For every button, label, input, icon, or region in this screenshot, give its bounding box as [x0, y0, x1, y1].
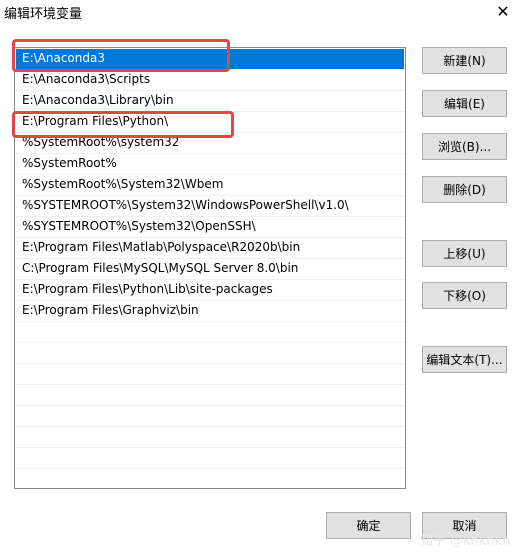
- empty-row: [16, 364, 404, 385]
- ok-button[interactable]: 确定: [326, 512, 411, 539]
- list-item-text: %SYSTEMROOT%\System32\WindowsPowerShell\…: [22, 198, 349, 212]
- move-down-button[interactable]: 下移(O): [422, 282, 507, 309]
- highlight-box-python: [12, 111, 234, 138]
- new-button[interactable]: 新建(N): [422, 47, 507, 74]
- empty-row: [16, 322, 404, 343]
- list-item[interactable]: %SystemRoot%: [16, 154, 404, 175]
- list-item[interactable]: E:\Anaconda3\Scripts: [16, 70, 404, 91]
- list-item-text: E:\Anaconda3\Scripts: [22, 72, 151, 86]
- list-item-text: %SYSTEMROOT%\System32\OpenSSH\: [22, 219, 256, 233]
- list-item-text: E:\Program Files\Graphviz\bin: [22, 303, 199, 317]
- empty-row: [16, 448, 404, 469]
- list-item[interactable]: %SystemRoot%\System32\Wbem: [16, 175, 404, 196]
- list-item-text: E:\Program Files\Python\Lib\site-package…: [22, 282, 273, 296]
- list-item-text: %SystemRoot%\System32\Wbem: [22, 177, 224, 191]
- list-item[interactable]: E:\Program Files\Python\Lib\site-package…: [16, 280, 404, 301]
- empty-row: [16, 385, 404, 406]
- list-item-text: E:\Program Files\Matlab\Polyspace\R2020b…: [22, 240, 301, 254]
- list-item[interactable]: E:\Program Files\Matlab\Polyspace\R2020b…: [16, 238, 404, 259]
- title-bar: 编辑环境变量 ✕: [0, 0, 521, 26]
- edit-text-button[interactable]: 编辑文本(T)...: [422, 346, 507, 373]
- edit-button[interactable]: 编辑(E): [422, 90, 507, 117]
- close-icon[interactable]: ✕: [491, 0, 515, 24]
- list-item[interactable]: %SYSTEMROOT%\System32\OpenSSH\: [16, 217, 404, 238]
- list-item[interactable]: E:\Program Files\Graphviz\bin: [16, 301, 404, 322]
- list-item[interactable]: %SYSTEMROOT%\System32\WindowsPowerShell\…: [16, 196, 404, 217]
- highlight-box-anaconda: [12, 39, 230, 72]
- list-item-text: C:\Program Files\MySQL\MySQL Server 8.0\…: [22, 261, 299, 275]
- browse-button[interactable]: 浏览(B)...: [422, 133, 507, 160]
- list-item[interactable]: C:\Program Files\MySQL\MySQL Server 8.0\…: [16, 259, 404, 280]
- list-item-text: %SystemRoot%: [22, 156, 117, 170]
- list-item[interactable]: E:\Anaconda3\Library\bin: [16, 91, 404, 112]
- empty-row: [16, 343, 404, 364]
- window-title: 编辑环境变量: [4, 7, 83, 22]
- empty-row: [16, 427, 404, 448]
- move-up-button[interactable]: 上移(U): [422, 240, 507, 267]
- empty-row: [16, 406, 404, 427]
- delete-button[interactable]: 删除(D): [422, 176, 507, 203]
- watermark: 知乎 @knknkn: [420, 534, 511, 549]
- list-item-text: E:\Anaconda3\Library\bin: [22, 93, 174, 107]
